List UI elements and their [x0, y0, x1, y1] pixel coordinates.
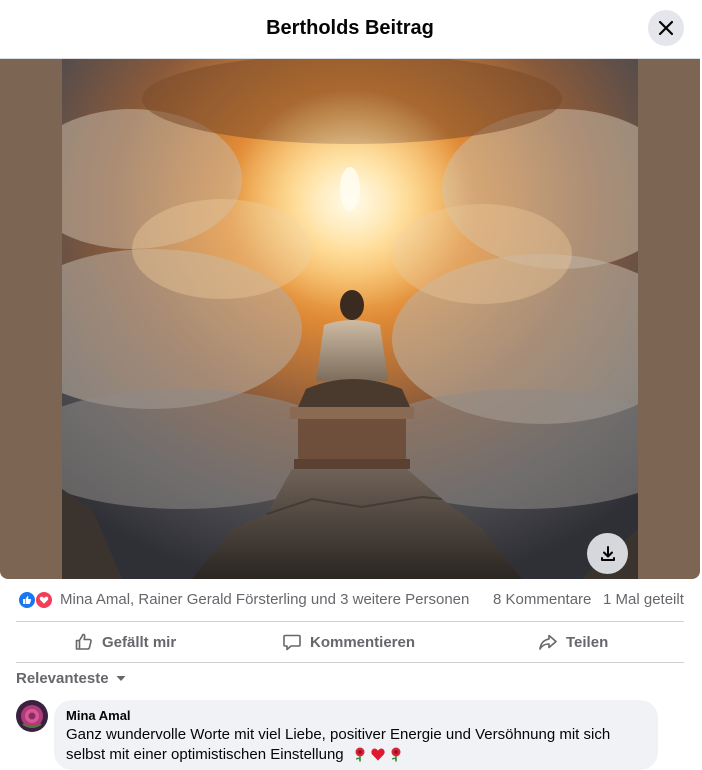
download-icon: [600, 545, 615, 561]
thumbs-up-icon: [75, 633, 92, 650]
post-image: [62, 59, 638, 579]
avatar[interactable]: [16, 700, 48, 732]
post-media[interactable]: [0, 59, 700, 579]
dialog-header: Bertholds Beitrag: [0, 0, 700, 59]
comments-count[interactable]: 8 Kommentare: [493, 591, 591, 608]
love-reaction-icon: [35, 591, 53, 609]
reactions-summary: Mina Amal, Rainer Gerald Försterling und…: [16, 588, 684, 612]
comment-author[interactable]: Mina Amal: [66, 708, 646, 723]
comment-text: Ganz wundervolle Worte mit viel Liebe, p…: [66, 725, 646, 765]
comment-emojis: [352, 746, 404, 762]
reactors-text[interactable]: Mina Amal, Rainer Gerald Försterling und…: [60, 591, 469, 608]
reaction-icons[interactable]: [18, 591, 58, 609]
sort-label: Relevanteste: [16, 669, 109, 687]
shares-count[interactable]: 1 Mal geteilt: [603, 591, 684, 608]
rose-avatar-icon: [16, 700, 48, 732]
comment-label: Kommentieren: [310, 633, 416, 651]
comment-button[interactable]: Kommentieren: [282, 624, 415, 660]
action-bar: Gefällt mir Kommentieren Teilen: [16, 621, 684, 663]
share-icon: [539, 634, 557, 650]
close-icon: [658, 20, 674, 36]
like-button[interactable]: Gefällt mir: [74, 624, 176, 660]
rose-icon: [391, 747, 401, 762]
heart-icon: [371, 748, 385, 761]
comment-icon: [283, 634, 301, 651]
share-button[interactable]: Teilen: [538, 624, 608, 660]
share-label: Teilen: [566, 633, 609, 651]
close-button[interactable]: [648, 10, 684, 46]
post-dialog: Bertholds Beitrag Mina Amal, Rainer Gera…: [0, 0, 700, 770]
download-button[interactable]: [587, 533, 628, 574]
dialog-title: Bertholds Beitrag: [266, 17, 434, 39]
like-label: Gefällt mir: [102, 633, 177, 651]
comment-sort-dropdown[interactable]: Relevanteste: [16, 668, 127, 688]
like-reaction-icon: [18, 591, 36, 609]
rose-icon: [355, 747, 365, 762]
comment-bubble: Mina Amal Ganz wundervolle Worte mit vie…: [54, 700, 658, 770]
caret-down-icon: [116, 676, 126, 681]
comment-body: Ganz wundervolle Worte mit viel Liebe, p…: [66, 726, 611, 763]
